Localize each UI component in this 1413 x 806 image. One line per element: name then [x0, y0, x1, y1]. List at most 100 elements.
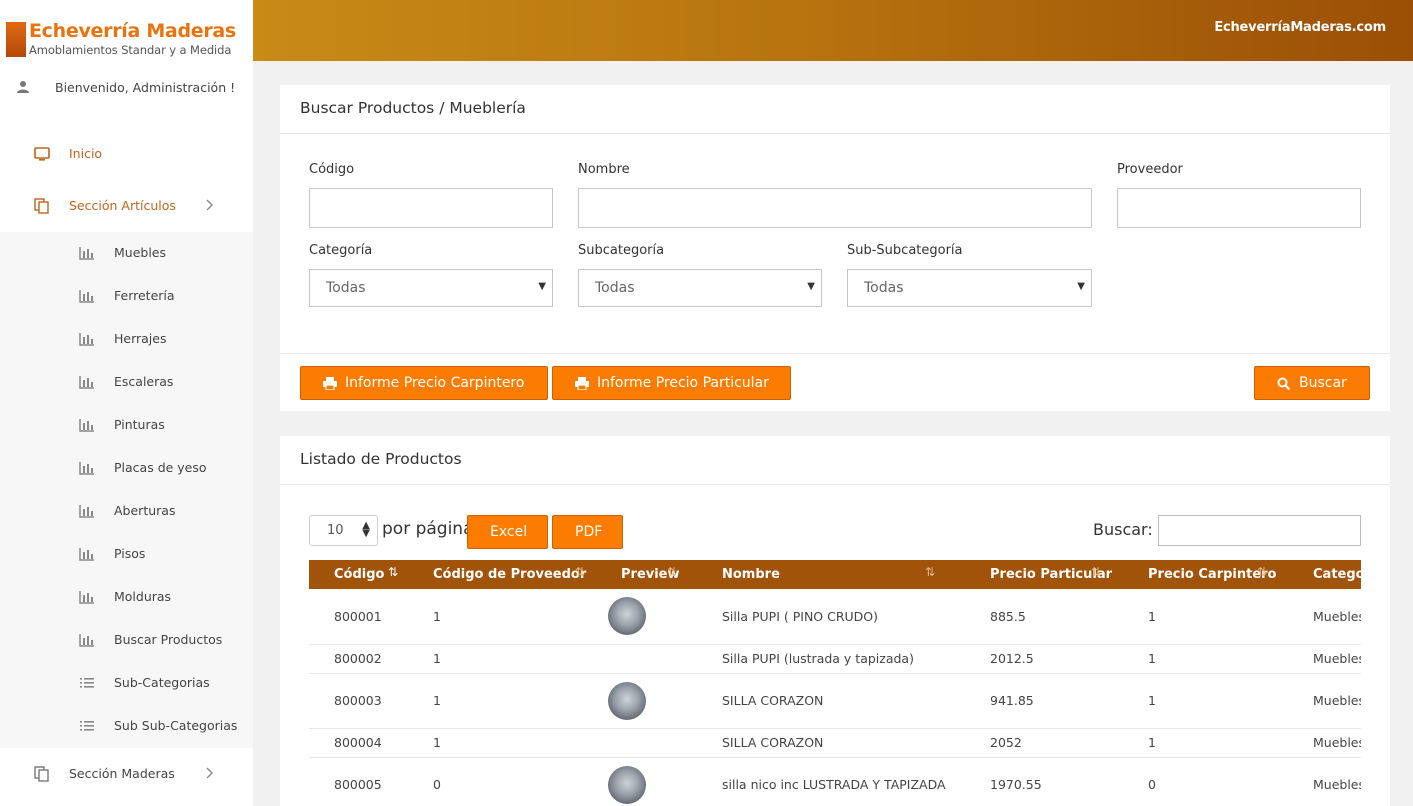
cell-nombre: Silla PUPI (lustrada y tapizada) [697, 644, 965, 674]
submenu-item-sub-categorias[interactable]: Sub-Categorias [0, 662, 253, 705]
subcategoria-value: Todas [595, 280, 635, 296]
table-row[interactable]: 800005 0 silla nico inc LUSTRADA Y TAPIZ… [309, 757, 1361, 806]
cell-categoria: Muebles [1288, 728, 1361, 758]
table-row[interactable]: 800001 1 Silla PUPI ( PINO CRUDO) 885.5 … [309, 589, 1361, 645]
divider [280, 353, 1390, 354]
pdf-button[interactable]: PDF [552, 515, 623, 549]
cell-codigo: 800003 [309, 673, 408, 729]
excel-button[interactable]: Excel [467, 515, 548, 549]
subsubcategoria-select[interactable]: Todas ▼ [847, 269, 1092, 307]
column-header-categoria[interactable]: Categoría [1288, 560, 1361, 589]
top-header: EcheverríaMaderas.com [253, 0, 1413, 61]
cell-proveedor: 1 [408, 728, 596, 758]
cell-particular: 2052 [965, 728, 1123, 758]
submenu-item-aberturas[interactable]: Aberturas [0, 490, 253, 533]
list-icon [80, 721, 94, 731]
submenu-item-label: Molduras [114, 589, 172, 604]
print-icon [575, 377, 589, 390]
column-header-codigo[interactable]: Código ⇅ [309, 560, 408, 589]
nombre-input[interactable] [578, 188, 1092, 228]
brand-logo[interactable]: Echeverría Maderas Amoblamientos Standar… [6, 20, 246, 60]
sidebar-item-inicio[interactable]: Inicio [0, 134, 253, 174]
sort-icon: ⇅ [1257, 565, 1268, 579]
column-header-precio-particular[interactable]: Precio Particular ⇅ [965, 560, 1123, 589]
search-icon [1277, 377, 1291, 390]
cell-codigo: 800001 [309, 589, 408, 645]
page-length-select[interactable]: 10 ▲ ▼ [309, 515, 378, 546]
submenu-item-molduras[interactable]: Molduras [0, 576, 253, 619]
column-header-precio-carpintero[interactable]: Precio Carpintero ⇅ [1123, 560, 1288, 589]
articulos-submenu: Muebles Ferretería Herrajes Escaleras Pi… [0, 232, 253, 748]
copy-icon [34, 766, 49, 782]
cell-proveedor: 1 [408, 644, 596, 674]
buscar-button[interactable]: Buscar [1254, 366, 1370, 400]
button-label: Buscar [1299, 375, 1347, 391]
monitor-icon [34, 147, 50, 161]
submenu-item-label: Pisos [114, 546, 146, 561]
sidebar-item-seccion-articulos[interactable]: Sección Artículos [0, 186, 253, 226]
bar-chart-icon [79, 290, 94, 303]
cell-categoria: Muebles [1288, 757, 1361, 806]
cell-nombre: SILLA CORAZON [697, 673, 965, 729]
sidebar-item-seccion-maderas[interactable]: Sección Maderas [0, 754, 253, 794]
proveedor-label: Proveedor [1117, 162, 1183, 177]
submenu-item-label: Escaleras [114, 374, 174, 389]
cell-preview [596, 673, 697, 729]
print-icon [323, 377, 337, 390]
submenu-item-buscar-productos[interactable]: Buscar Productos [0, 619, 253, 662]
table-row[interactable]: 800002 1 Silla PUPI (lustrada y tapizada… [309, 644, 1361, 674]
sidebar: Echeverría Maderas Amoblamientos Standar… [0, 0, 253, 806]
submenu-item-label: Muebles [114, 245, 167, 260]
sort-icon: ⇅ [667, 565, 678, 579]
cell-nombre: SILLA CORAZON [697, 728, 965, 758]
submenu-item-muebles[interactable]: Muebles [0, 232, 253, 275]
cell-codigo: 800002 [309, 644, 408, 674]
categoria-label: Categoría [309, 243, 373, 258]
cell-preview [596, 644, 697, 674]
cell-carpintero: 1 [1123, 589, 1288, 645]
submenu-item-pinturas[interactable]: Pinturas [0, 404, 253, 447]
cell-nombre: silla nico inc LUSTRADA Y TAPIZADA [697, 757, 965, 806]
column-header-preview[interactable]: Preview ⇅ [596, 560, 697, 589]
button-label: Informe Precio Particular [597, 375, 769, 391]
cell-particular: 941.85 [965, 673, 1123, 729]
product-thumbnail[interactable] [608, 597, 646, 636]
list-icon [80, 678, 94, 688]
column-header-codigo-proveedor[interactable]: Código de Proveedor ⇅ [408, 560, 596, 589]
caret-down-icon: ▼ [1077, 281, 1085, 292]
table-row[interactable]: 800003 1 SILLA CORAZON 941.85 1 Muebles [309, 673, 1361, 729]
bar-chart-icon [79, 634, 94, 647]
proveedor-input[interactable] [1117, 188, 1361, 228]
codigo-input[interactable] [309, 188, 553, 228]
submenu-item-label: Aberturas [114, 503, 176, 518]
bar-chart-icon [79, 247, 94, 260]
informe-carpintero-button[interactable]: Informe Precio Carpintero [300, 366, 548, 400]
product-thumbnail[interactable] [608, 681, 646, 720]
cell-particular: 1970.55 [965, 757, 1123, 806]
column-header-nombre[interactable]: Nombre ⇅ [697, 560, 965, 589]
cell-categoria: Muebles [1288, 673, 1361, 729]
submenu-item-sub-sub-categorias[interactable]: Sub Sub-Categorias [0, 705, 253, 748]
product-thumbnail[interactable] [608, 765, 646, 804]
subsubcategoria-value: Todas [864, 280, 904, 296]
site-link[interactable]: EcheverríaMaderas.com [1214, 20, 1386, 35]
cell-codigo: 800004 [309, 728, 408, 758]
bar-chart-icon [79, 333, 94, 346]
cell-preview [596, 757, 697, 806]
subcategoria-select[interactable]: Todas ▼ [578, 269, 822, 307]
bar-chart-icon [79, 462, 94, 475]
panel-title: Buscar Productos / Mueblería [280, 85, 1390, 134]
submenu-item-herrajes[interactable]: Herrajes [0, 318, 253, 361]
categoria-select[interactable]: Todas ▼ [309, 269, 553, 307]
submenu-item-pisos[interactable]: Pisos [0, 533, 253, 576]
informe-particular-button[interactable]: Informe Precio Particular [552, 366, 791, 400]
submenu-item-ferreteria[interactable]: Ferretería [0, 275, 253, 318]
table-search-input[interactable] [1158, 515, 1361, 546]
submenu-item-placas-de-yeso[interactable]: Placas de yeso [0, 447, 253, 490]
chevron-right-icon [206, 767, 213, 779]
bar-chart-icon [79, 419, 94, 432]
submenu-item-label: Herrajes [114, 331, 167, 346]
sort-caret-icon: ▲ ▼ [362, 520, 370, 539]
table-row[interactable]: 800004 1 SILLA CORAZON 2052 1 Muebles [309, 728, 1361, 758]
submenu-item-escaleras[interactable]: Escaleras [0, 361, 253, 404]
